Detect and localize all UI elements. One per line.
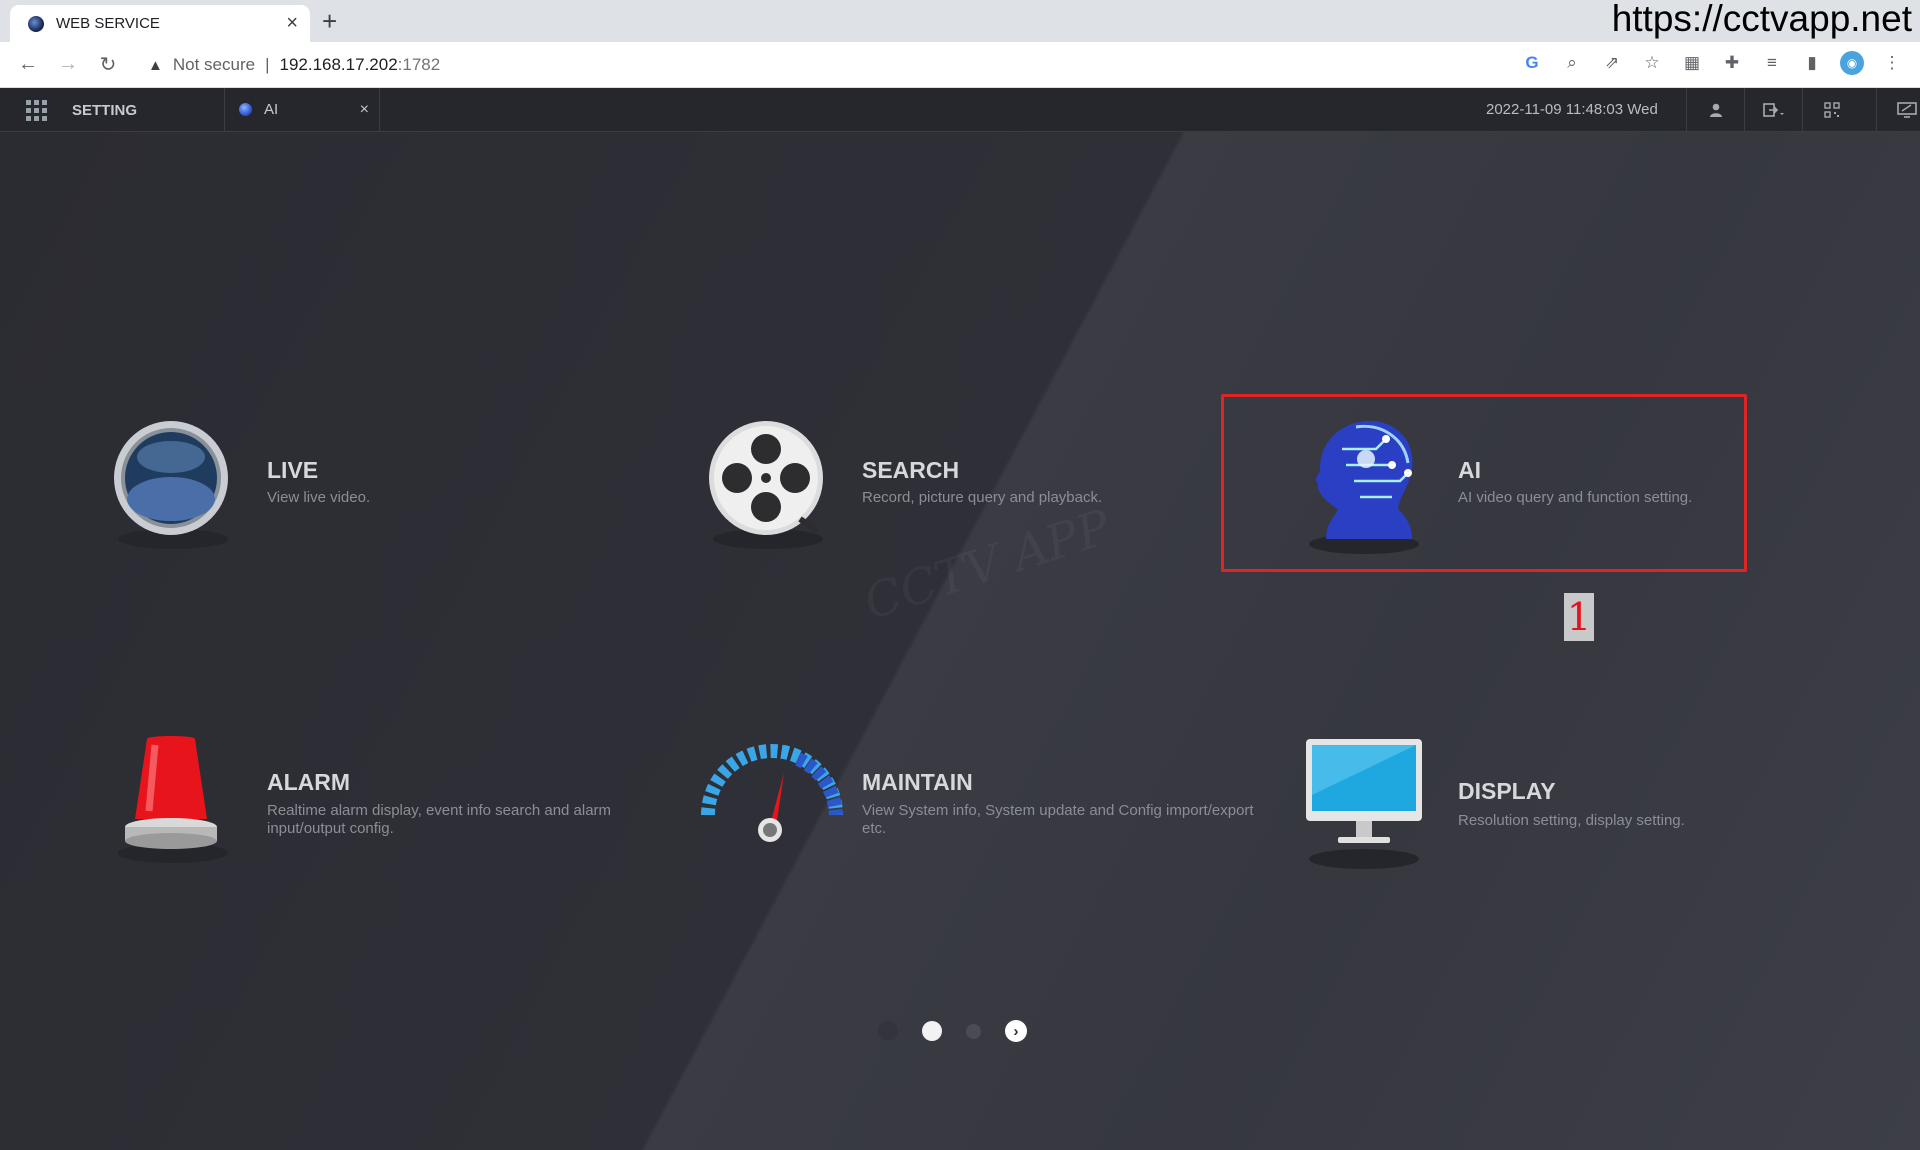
google-icon[interactable]: G bbox=[1520, 51, 1544, 75]
address-separator: | bbox=[265, 55, 270, 74]
page-dot-2[interactable] bbox=[922, 1021, 942, 1041]
app-tab-label: AI bbox=[264, 101, 279, 118]
url-port[interactable]: :1782 bbox=[398, 55, 441, 75]
back-icon[interactable]: ← bbox=[8, 53, 48, 76]
browser-tabstrip: WEB SERVICE × + https://cctvapp.net bbox=[0, 0, 1920, 42]
extensions-icon[interactable]: ✚ bbox=[1720, 51, 1744, 75]
setting-menu[interactable]: SETTING bbox=[72, 102, 137, 119]
browser-tab[interactable]: WEB SERVICE × bbox=[10, 5, 310, 42]
tile-search[interactable]: SEARCH Record, picture query and playbac… bbox=[700, 419, 1260, 589]
qr-icon[interactable]: ▦ bbox=[1680, 51, 1704, 75]
page-indicator: › bbox=[878, 1020, 1027, 1042]
page-dot-3[interactable] bbox=[966, 1023, 981, 1039]
datetime-display: 2022-11-09 11:48:03 Wed bbox=[1486, 101, 1658, 118]
ai-highlight-box bbox=[1221, 394, 1747, 572]
new-tab-button[interactable]: + bbox=[322, 6, 337, 37]
search-description: Record, picture query and playback. bbox=[862, 489, 1103, 506]
alarm-siren-icon bbox=[118, 736, 228, 863]
ai-tab-icon bbox=[239, 103, 252, 116]
qrcode-icon[interactable] bbox=[1802, 88, 1860, 131]
alarm-description: Realtime alarm display, event info searc… bbox=[267, 802, 612, 837]
maintain-title: MAINTAIN bbox=[862, 769, 973, 795]
maintain-description: View System info, System update and Conf… bbox=[862, 802, 1254, 837]
app-header: SETTING AI × 2022-11-09 11:48:03 Wed bbox=[0, 88, 1920, 132]
search-film-icon bbox=[709, 421, 823, 549]
overlay-url-text: https://cctvapp.net bbox=[1611, 0, 1912, 39]
display-title: DISPLAY bbox=[1458, 778, 1556, 804]
next-page-icon[interactable]: › bbox=[1005, 1020, 1027, 1042]
live-icon bbox=[114, 421, 228, 549]
reload-icon[interactable]: ↻ bbox=[88, 52, 128, 77]
tile-live[interactable]: LIVE View live video. bbox=[105, 419, 665, 589]
url-host[interactable]: 192.168.17.202 bbox=[279, 55, 397, 75]
user-icon[interactable] bbox=[1686, 88, 1744, 131]
star-icon[interactable]: ☆ bbox=[1640, 51, 1664, 75]
browser-toolbar-icons: G ⌕ ⇗ ☆ ▦ ✚ ≡ ▮ ◉ ⋮ bbox=[1520, 51, 1904, 75]
live-title: LIVE bbox=[267, 457, 319, 483]
display-description: Resolution setting, display setting. bbox=[1458, 812, 1685, 829]
page-dot-1[interactable] bbox=[878, 1021, 898, 1041]
maintain-gauge-icon bbox=[701, 744, 843, 842]
step-number-badge: 1 bbox=[1564, 593, 1594, 641]
menu-icon[interactable]: ⋮ bbox=[1880, 51, 1904, 75]
zoom-icon[interactable]: ⌕ bbox=[1560, 51, 1584, 75]
app-tab-ai[interactable]: AI × bbox=[224, 88, 380, 131]
browser-toolbar: ← → ↻ ▲ Not secure | 192.168.17.202:1782… bbox=[0, 42, 1920, 88]
display-monitor-icon bbox=[1306, 739, 1422, 869]
address-bar[interactable]: ▲ Not secure | 192.168.17.202:1782 bbox=[148, 50, 440, 80]
browser-tab-title: WEB SERVICE bbox=[56, 15, 160, 32]
security-label[interactable]: Not secure bbox=[173, 55, 255, 75]
header-icons bbox=[1686, 88, 1920, 131]
main-menu: CCTV APP LIVE View live video. SEARCH Re… bbox=[0, 132, 1920, 1150]
warning-icon[interactable]: ▲ bbox=[148, 57, 163, 74]
media-icon[interactable]: ≡ bbox=[1760, 51, 1784, 75]
close-tab-icon[interactable]: × bbox=[286, 12, 298, 35]
alarm-title: ALARM bbox=[267, 769, 351, 795]
close-app-tab-icon[interactable]: × bbox=[360, 101, 369, 119]
profile-icon[interactable]: ◉ bbox=[1840, 51, 1864, 75]
site-favicon-icon bbox=[28, 15, 44, 32]
tile-maintain[interactable]: MAINTAIN View System info, System update… bbox=[700, 735, 1260, 905]
share-icon[interactable]: ⇗ bbox=[1600, 51, 1624, 75]
logout-icon[interactable] bbox=[1744, 88, 1802, 131]
tile-display[interactable]: DISPLAY Resolution setting, display sett… bbox=[1296, 735, 1856, 905]
forward-icon[interactable]: → bbox=[48, 53, 88, 76]
screen-icon[interactable] bbox=[1876, 88, 1920, 131]
live-description: View live video. bbox=[267, 489, 371, 506]
search-title: SEARCH bbox=[862, 457, 960, 483]
app-grid-icon[interactable] bbox=[26, 100, 47, 121]
sidepanel-icon[interactable]: ▮ bbox=[1800, 51, 1824, 75]
tile-alarm[interactable]: ALARM Realtime alarm display, event info… bbox=[105, 735, 665, 905]
